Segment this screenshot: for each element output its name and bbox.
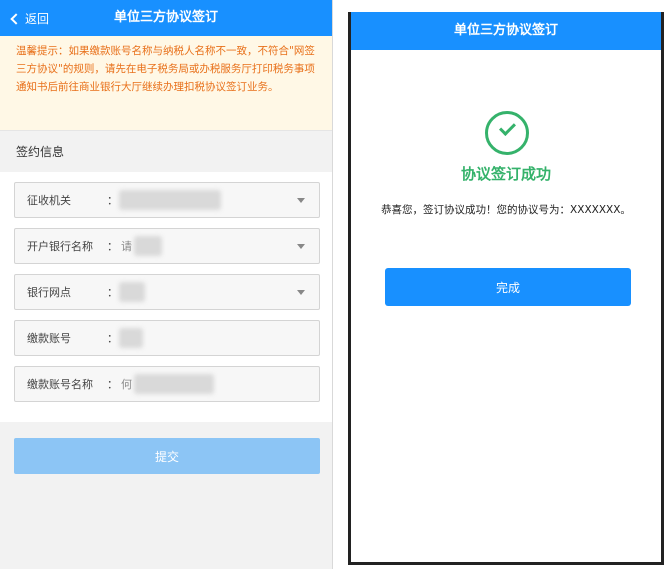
field-colon: ： (107, 378, 118, 391)
field-value-prefix: 何 (121, 378, 132, 391)
caret-down-icon (297, 244, 305, 249)
account-name-field[interactable]: 缴款账号名称 ： 何 (14, 366, 320, 402)
field-label: 缴款账号名称 (27, 378, 93, 391)
field-label: 银行网点 (27, 286, 71, 299)
sign-form: 征收机关 ： 开户银行名称 ： 请 银行网点 ： 缴款账号 ： 缴款账号名称 ：… (0, 172, 332, 422)
checkmark-icon (499, 119, 516, 136)
page-title: 单位三方协议签订 (113, 10, 218, 25)
field-colon: ： (107, 286, 118, 299)
top-bar: 返回 单位三方协议签订 (0, 0, 332, 36)
success-title: 协议签订成功 (460, 165, 551, 183)
tax-authority-select[interactable]: 征收机关 ： (14, 182, 320, 218)
redacted-value (134, 374, 214, 394)
success-check-icon (485, 111, 529, 155)
field-value-prefix: 请 (121, 240, 132, 253)
redacted-value (134, 236, 162, 256)
field-colon: ： (107, 332, 118, 345)
caret-down-icon (297, 290, 305, 295)
submit-area: 提交 (0, 422, 332, 569)
success-top-bar: 单位三方协议签订 (351, 12, 661, 50)
field-label: 缴款账号 (27, 332, 71, 345)
back-button[interactable]: 返回 (10, 0, 50, 36)
field-label: 征收机关 (27, 194, 71, 207)
redacted-value (119, 328, 143, 348)
done-button[interactable]: 完成 (385, 268, 631, 306)
field-colon: ： (107, 194, 118, 207)
sign-success-screen: 单位三方协议签订 协议签订成功 恭喜您，签订协议成功！您的协议号为：XXXXXX… (348, 12, 664, 565)
back-label: 返回 (25, 11, 50, 26)
warning-tip: 温馨提示：如果缴款账号名称与纳税人名称不一致，不符合"网签三方协议"的规则，请先… (0, 36, 332, 130)
caret-down-icon (297, 198, 305, 203)
field-label: 开户银行名称 (27, 240, 93, 253)
bank-branch-select[interactable]: 银行网点 ： (14, 274, 320, 310)
account-number-field[interactable]: 缴款账号 ： (14, 320, 320, 356)
chevron-left-icon (10, 12, 22, 25)
redacted-value (119, 190, 221, 210)
field-colon: ： (107, 240, 118, 253)
submit-button[interactable]: 提交 (14, 438, 320, 474)
bank-name-select[interactable]: 开户银行名称 ： 请 (14, 228, 320, 264)
success-message: 恭喜您，签订协议成功！您的协议号为：XXXXXXX。 (381, 204, 631, 216)
sign-form-screen: 返回 单位三方协议签订 温馨提示：如果缴款账号名称与纳税人名称不一致，不符合"网… (0, 0, 333, 569)
section-title: 签约信息 (0, 130, 332, 172)
redacted-value (119, 282, 145, 302)
